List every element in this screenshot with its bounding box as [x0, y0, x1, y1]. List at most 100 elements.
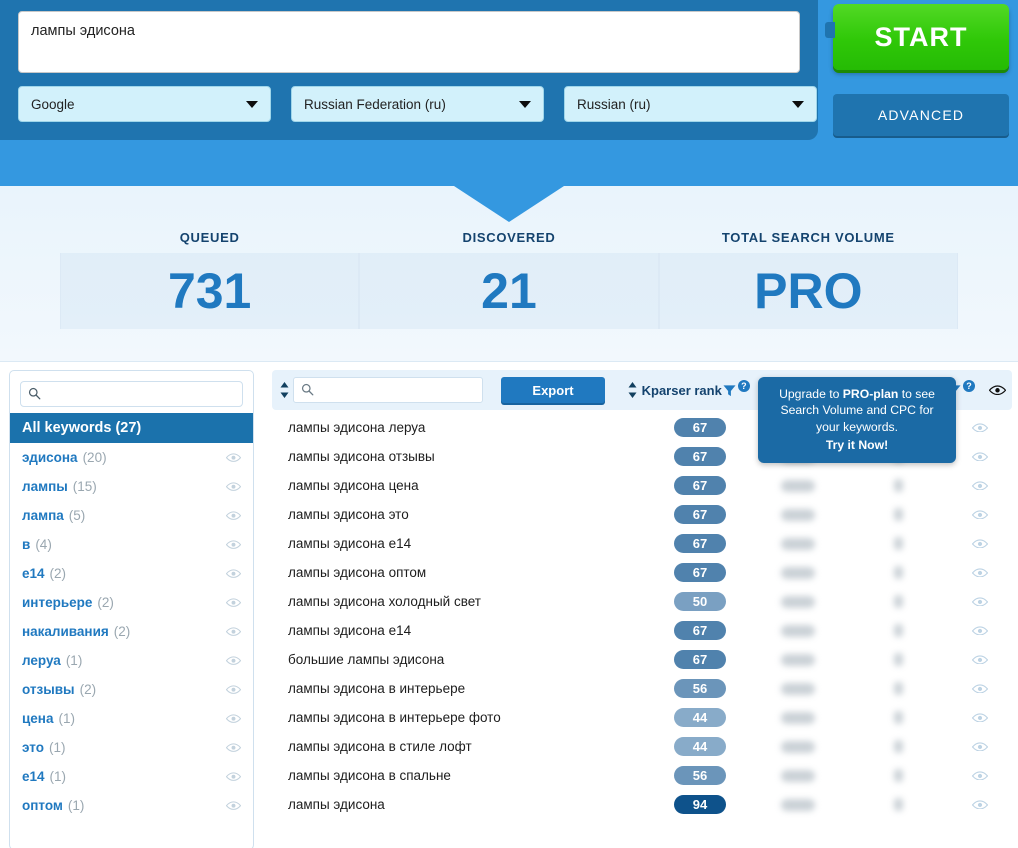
visibility-eye-icon[interactable]: [972, 567, 988, 578]
row-visibility-toggle[interactable]: [948, 683, 1012, 694]
visibility-eye-icon[interactable]: [972, 741, 988, 752]
table-row[interactable]: лампы эдисона в интерьере фото 44: [272, 703, 1012, 732]
sidebar-facet-item[interactable]: цена (1): [10, 704, 253, 733]
row-visibility-toggle[interactable]: [948, 799, 1012, 810]
visibility-eye-icon[interactable]: [989, 385, 1006, 396]
sort-arrows-icon[interactable]: [628, 382, 637, 398]
visibility-eye-icon[interactable]: [972, 625, 988, 636]
visibility-eye-icon[interactable]: [972, 799, 988, 810]
visibility-eye-icon[interactable]: [226, 569, 241, 578]
sidebar-facet-item[interactable]: накаливания (2): [10, 617, 253, 646]
sidebar-facet-item[interactable]: в (4): [10, 530, 253, 559]
sidebar-facet-item[interactable]: лампа (5): [10, 501, 253, 530]
rank-badge: 67: [674, 505, 726, 524]
row-visibility-toggle[interactable]: [948, 422, 1012, 433]
facet-visibility-toggle[interactable]: [226, 801, 241, 810]
facet-visibility-toggle[interactable]: [226, 772, 241, 781]
table-row[interactable]: лампы эдисона цена 67: [272, 471, 1012, 500]
sidebar-facet-item[interactable]: эдисона (20): [10, 443, 253, 472]
facet-visibility-toggle[interactable]: [226, 453, 241, 462]
visibility-eye-icon[interactable]: [226, 656, 241, 665]
filter-funnel-icon[interactable]: [723, 384, 736, 397]
visibility-eye-icon[interactable]: [972, 451, 988, 462]
visibility-eye-icon[interactable]: [972, 422, 988, 433]
table-row[interactable]: лампы эдисона e14 67: [272, 616, 1012, 645]
row-visibility-toggle[interactable]: [948, 654, 1012, 665]
row-visibility-toggle[interactable]: [948, 596, 1012, 607]
sidebar-facet-item[interactable]: это (1): [10, 733, 253, 762]
language-select[interactable]: Russian (ru): [564, 86, 817, 122]
facet-visibility-toggle[interactable]: [226, 627, 241, 636]
country-select[interactable]: Russian Federation (ru): [291, 86, 544, 122]
facet-visibility-toggle[interactable]: [226, 598, 241, 607]
facet-visibility-toggle[interactable]: [226, 656, 241, 665]
facet-visibility-toggle[interactable]: [226, 540, 241, 549]
keyword-query-input[interactable]: [18, 11, 800, 73]
facet-visibility-toggle[interactable]: [226, 482, 241, 491]
facet-visibility-toggle[interactable]: [226, 511, 241, 520]
row-visibility-toggle[interactable]: [948, 451, 1012, 462]
advanced-button[interactable]: ADVANCED: [833, 94, 1009, 136]
visibility-eye-icon[interactable]: [972, 712, 988, 723]
sort-arrows-icon[interactable]: [280, 382, 289, 398]
help-icon[interactable]: ?: [737, 380, 750, 392]
table-row[interactable]: лампы эдисона в стиле лофт 44: [272, 732, 1012, 761]
visibility-eye-icon[interactable]: [226, 511, 241, 520]
table-row[interactable]: лампы эдисона в спальне 56: [272, 761, 1012, 790]
table-row[interactable]: большие лампы эдисона 67: [272, 645, 1012, 674]
row-visibility-toggle[interactable]: [948, 770, 1012, 781]
visibility-column-header[interactable]: [989, 385, 1006, 396]
visibility-eye-icon[interactable]: [226, 714, 241, 723]
table-row[interactable]: лампы эдисона в интерьере 56: [272, 674, 1012, 703]
facet-visibility-toggle[interactable]: [226, 743, 241, 752]
visibility-eye-icon[interactable]: [226, 772, 241, 781]
table-row[interactable]: лампы эдисона 94: [272, 790, 1012, 819]
visibility-eye-icon[interactable]: [226, 453, 241, 462]
pro-upgrade-promo[interactable]: Upgrade to PRO-plan to see Search Volume…: [758, 377, 956, 464]
column-header[interactable]: Kparser rank?: [628, 380, 750, 398]
visibility-eye-icon[interactable]: [226, 482, 241, 491]
sidebar-facet-item[interactable]: e14 (1): [10, 762, 253, 791]
visibility-eye-icon[interactable]: [226, 598, 241, 607]
table-row[interactable]: лампы эдисона e14 67: [272, 529, 1012, 558]
export-button[interactable]: Export: [501, 377, 605, 403]
row-visibility-toggle[interactable]: [948, 480, 1012, 491]
visibility-eye-icon[interactable]: [972, 538, 988, 549]
sidebar-search-input[interactable]: [20, 381, 243, 407]
row-visibility-toggle[interactable]: [948, 538, 1012, 549]
row-visibility-toggle[interactable]: [948, 712, 1012, 723]
sidebar-facet-item[interactable]: отзывы (2): [10, 675, 253, 704]
visibility-eye-icon[interactable]: [972, 509, 988, 520]
sidebar-facet-item[interactable]: интерьере (2): [10, 588, 253, 617]
row-visibility-toggle[interactable]: [948, 509, 1012, 520]
sidebar-facet-item[interactable]: оптом (1): [10, 791, 253, 820]
visibility-eye-icon[interactable]: [972, 654, 988, 665]
row-visibility-toggle[interactable]: [948, 625, 1012, 636]
visibility-eye-icon[interactable]: [226, 685, 241, 694]
facet-visibility-toggle[interactable]: [226, 569, 241, 578]
table-search-input[interactable]: [293, 377, 483, 403]
table-row[interactable]: лампы эдисона холодный свет 50: [272, 587, 1012, 616]
sidebar-facet-item[interactable]: леруа (1): [10, 646, 253, 675]
row-visibility-toggle[interactable]: [948, 741, 1012, 752]
help-icon[interactable]: ?: [963, 380, 975, 392]
visibility-eye-icon[interactable]: [226, 743, 241, 752]
visibility-eye-icon[interactable]: [226, 540, 241, 549]
sidebar-item-all-keywords[interactable]: All keywords (27): [10, 413, 253, 443]
search-engine-select[interactable]: Google: [18, 86, 271, 122]
table-row[interactable]: лампы эдисона это 67: [272, 500, 1012, 529]
table-row[interactable]: лампы эдисона оптом 67: [272, 558, 1012, 587]
cpc-hidden-placeholder: [893, 798, 903, 811]
visibility-eye-icon[interactable]: [972, 596, 988, 607]
row-visibility-toggle[interactable]: [948, 567, 1012, 578]
facet-visibility-toggle[interactable]: [226, 714, 241, 723]
visibility-eye-icon[interactable]: [972, 770, 988, 781]
visibility-eye-icon[interactable]: [226, 801, 241, 810]
visibility-eye-icon[interactable]: [226, 627, 241, 636]
visibility-eye-icon[interactable]: [972, 480, 988, 491]
visibility-eye-icon[interactable]: [972, 683, 988, 694]
facet-visibility-toggle[interactable]: [226, 685, 241, 694]
start-button[interactable]: START: [825, 4, 1009, 70]
sidebar-facet-item[interactable]: e14 (2): [10, 559, 253, 588]
sidebar-facet-item[interactable]: лампы (15): [10, 472, 253, 501]
